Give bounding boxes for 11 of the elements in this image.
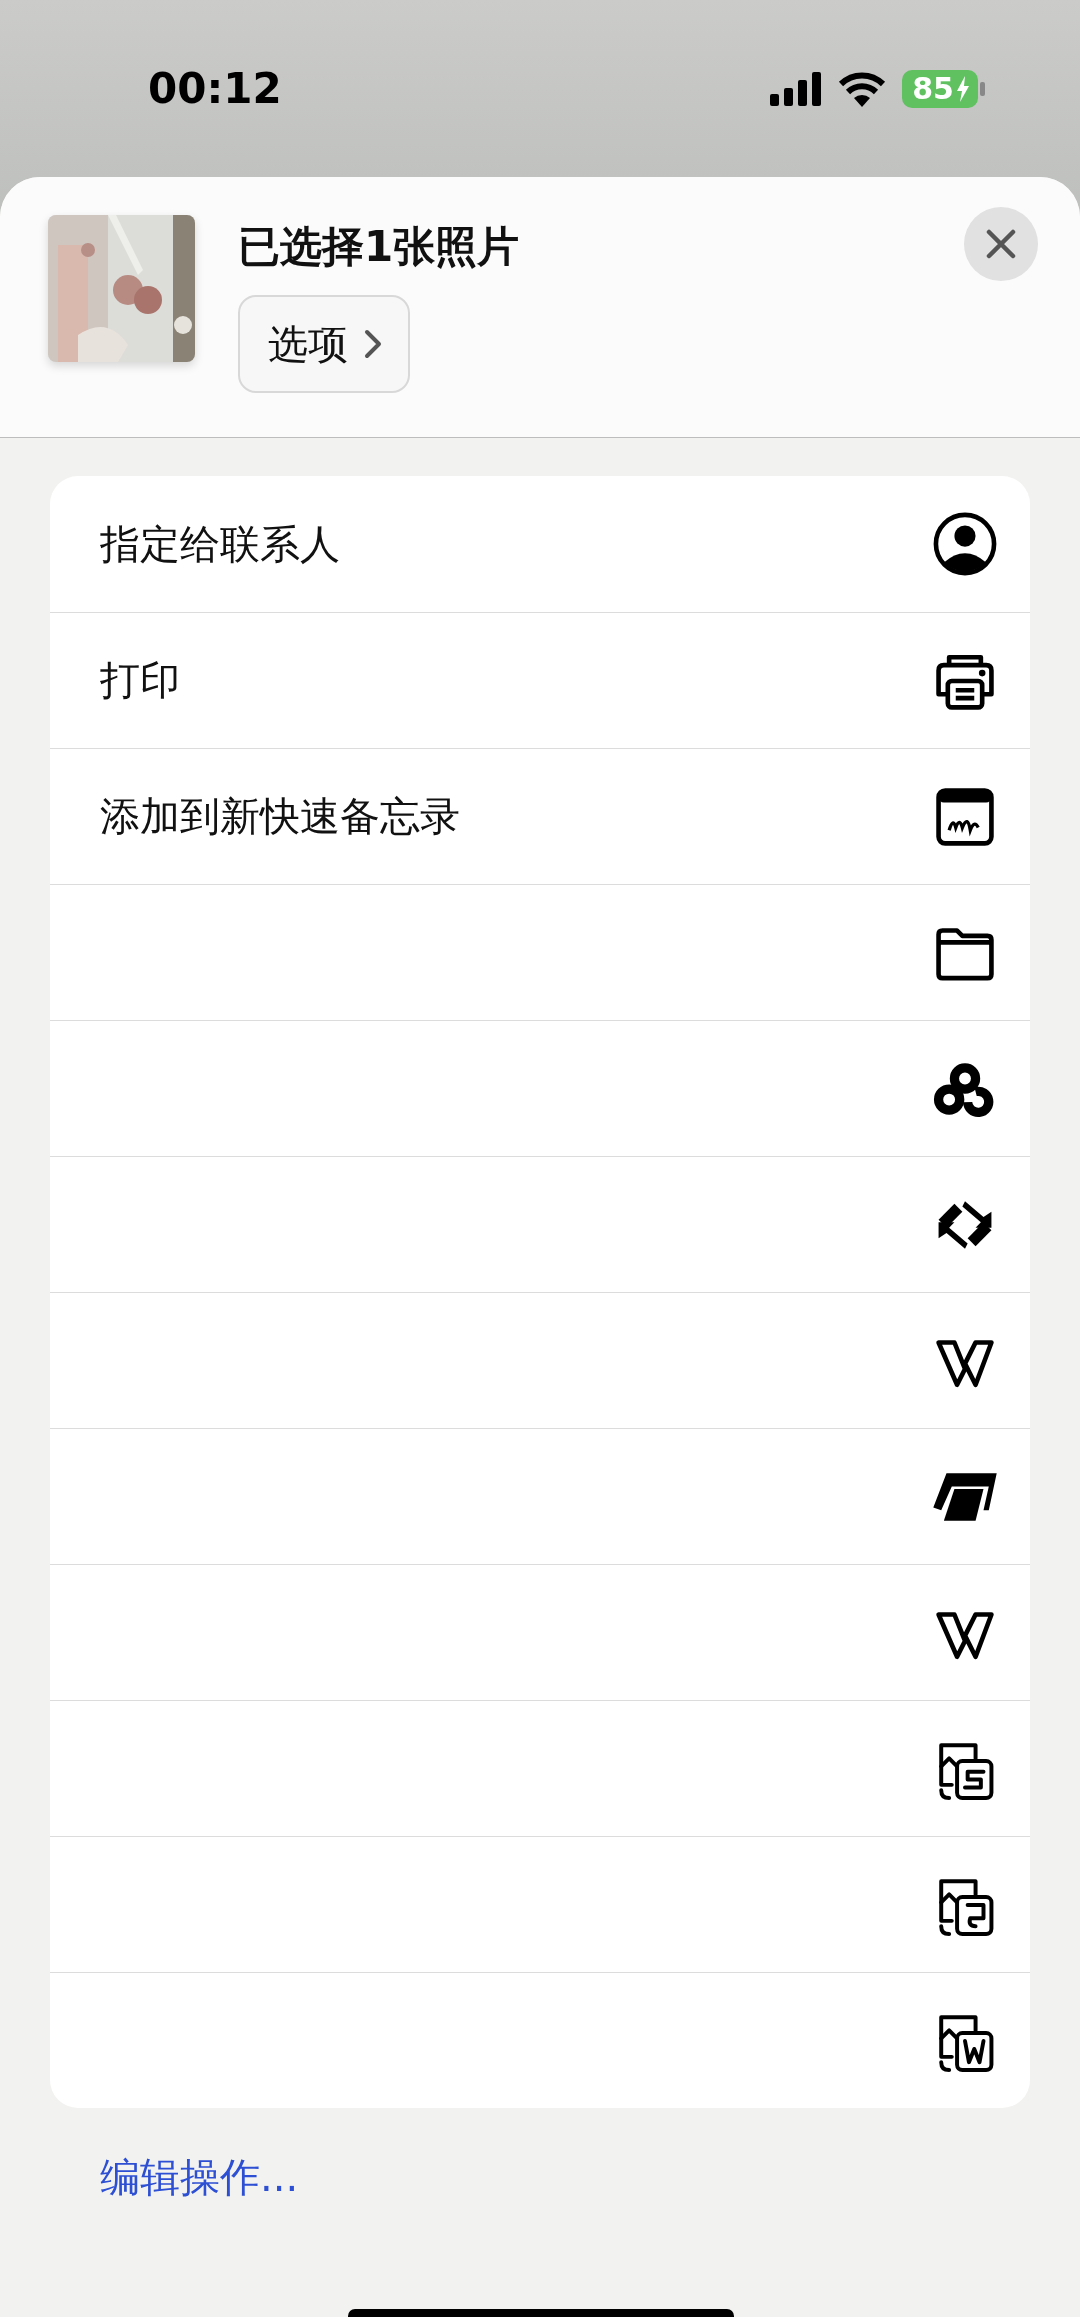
close-icon (986, 229, 1016, 259)
sheet-title: 已选择1张照片 (238, 221, 520, 273)
signal-icon (770, 71, 823, 106)
chevron-right-icon (364, 329, 382, 359)
edit-actions-link[interactable]: 编辑操作... (100, 2150, 299, 2205)
options-button[interactable]: 选项 (238, 295, 410, 393)
action-row[interactable]: 添加到新快速备忘录 (50, 748, 1030, 884)
status-time: 00:12 (148, 64, 282, 113)
action-row[interactable]: 指定给联系人 (50, 476, 1030, 612)
action-row[interactable]: 打印 (50, 612, 1030, 748)
wifi-icon (838, 70, 887, 107)
